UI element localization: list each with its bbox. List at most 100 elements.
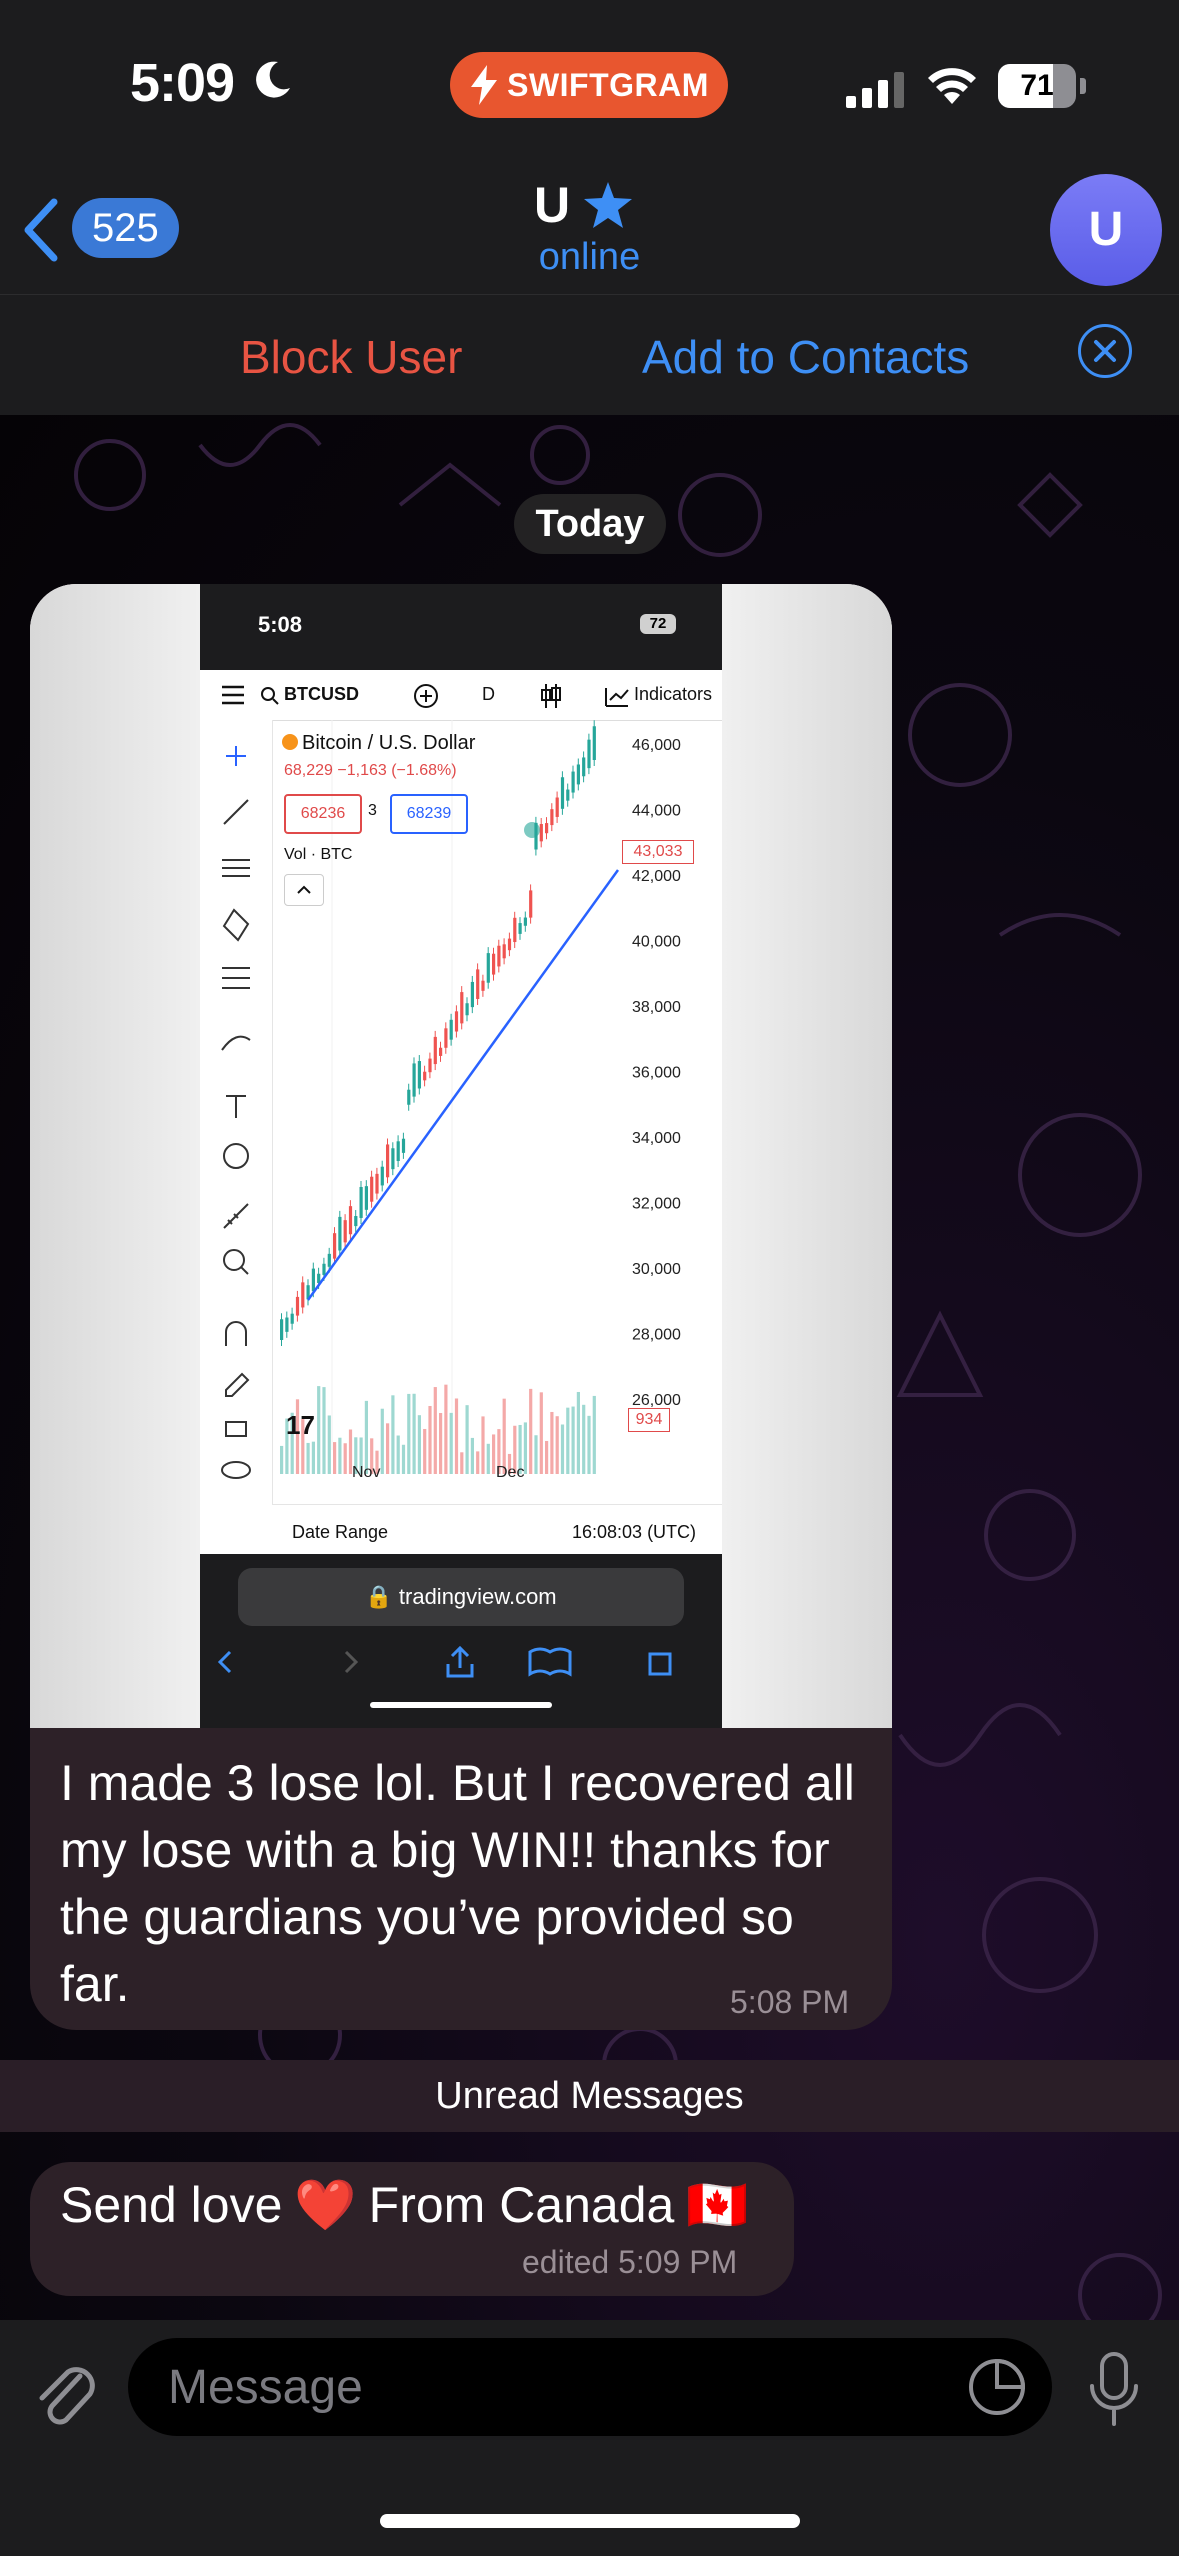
avatar[interactable]: U bbox=[1050, 174, 1162, 286]
candle bbox=[301, 1282, 305, 1308]
volume-bar bbox=[317, 1386, 321, 1474]
trend-line bbox=[306, 869, 620, 1301]
y-tick-label: 38,000 bbox=[632, 999, 681, 1016]
x-label-dec: Dec bbox=[496, 1464, 525, 1481]
candle bbox=[439, 1047, 443, 1056]
incoming-photo-message[interactable]: 5:08 72 BTCUSD D Indicators 46,000 44,00… bbox=[30, 584, 892, 2030]
chart-title: Bitcoin / U.S. Dollar bbox=[302, 732, 476, 754]
y-tick-label: 28,000 bbox=[632, 1327, 681, 1344]
volume-bar bbox=[444, 1384, 448, 1474]
screenshot-battery: 72 bbox=[640, 614, 676, 634]
heart-emoji: ❤️ bbox=[294, 2177, 357, 2233]
volume-label: Vol · BTC bbox=[284, 846, 353, 863]
volume-bar bbox=[449, 1412, 453, 1474]
candle bbox=[518, 923, 522, 934]
volume-bar bbox=[306, 1442, 310, 1474]
y-tick-label: 32,000 bbox=[632, 1196, 681, 1213]
candles-icon bbox=[541, 684, 561, 708]
chevron-up-icon bbox=[297, 885, 311, 894]
volume-bar bbox=[396, 1435, 400, 1474]
volume-bar bbox=[439, 1412, 443, 1474]
microphone-icon[interactable] bbox=[1088, 2350, 1140, 2430]
block-user-button[interactable]: Block User bbox=[240, 330, 462, 384]
collapse-button bbox=[284, 874, 324, 906]
volume-bar bbox=[412, 1393, 416, 1474]
candle bbox=[465, 1003, 469, 1016]
candle bbox=[582, 757, 586, 777]
candle bbox=[333, 1233, 337, 1259]
candle bbox=[285, 1317, 289, 1332]
screenshot-interval: D bbox=[482, 684, 495, 704]
candle bbox=[571, 771, 575, 793]
volume-bar bbox=[470, 1437, 474, 1474]
volume-bar bbox=[333, 1442, 337, 1474]
volume-series bbox=[280, 1384, 596, 1474]
volume-bar bbox=[587, 1415, 591, 1474]
candle bbox=[338, 1216, 342, 1251]
volume-bar bbox=[322, 1387, 326, 1474]
y-tick-label: 40,000 bbox=[632, 934, 681, 951]
photo-blur-right bbox=[722, 584, 892, 1728]
candle bbox=[412, 1063, 416, 1097]
candle bbox=[545, 823, 549, 834]
volume-tag: 934 bbox=[628, 1408, 670, 1432]
candle bbox=[364, 1186, 368, 1210]
volume-bar bbox=[423, 1428, 427, 1474]
candle bbox=[290, 1313, 294, 1324]
y-tick-label: 34,000 bbox=[632, 1130, 681, 1147]
tradingview-logo: 17 bbox=[286, 1410, 315, 1440]
candle bbox=[401, 1138, 406, 1153]
candle bbox=[555, 797, 559, 817]
volume-bar bbox=[550, 1411, 554, 1474]
volume-bar bbox=[391, 1395, 395, 1474]
trading-screenshot[interactable]: 5:08 72 BTCUSD D Indicators 46,000 44,00… bbox=[200, 584, 722, 1728]
candle bbox=[343, 1220, 347, 1243]
screenshot-symbol: BTCUSD bbox=[284, 684, 359, 704]
candle bbox=[566, 789, 570, 801]
candle bbox=[295, 1296, 300, 1316]
indicators-icon bbox=[605, 688, 629, 707]
candle bbox=[502, 944, 506, 959]
paperclip-icon[interactable] bbox=[30, 2356, 100, 2436]
candle bbox=[375, 1173, 379, 1194]
candle bbox=[481, 980, 485, 991]
volume-bar bbox=[407, 1393, 411, 1474]
candle bbox=[486, 953, 490, 983]
volume-bar bbox=[502, 1398, 506, 1474]
close-actionbar-button[interactable] bbox=[1078, 324, 1132, 378]
wifi-icon bbox=[928, 68, 976, 104]
screenshot-time: 5:08 bbox=[258, 612, 303, 637]
candle bbox=[576, 764, 580, 785]
candle bbox=[476, 969, 480, 999]
y-tick-label: 36,000 bbox=[632, 1065, 681, 1082]
safari-url: tradingview.com bbox=[398, 1584, 557, 1609]
bolt-icon bbox=[471, 65, 498, 105]
candle bbox=[460, 992, 464, 1024]
bitcoin-icon bbox=[282, 734, 298, 750]
volume-bar bbox=[560, 1424, 565, 1474]
volume-bar bbox=[311, 1441, 315, 1474]
volume-bar bbox=[592, 1395, 596, 1474]
sticker-icon[interactable] bbox=[966, 2356, 1028, 2418]
volume-bar bbox=[454, 1398, 459, 1474]
add-to-contacts-button[interactable]: Add to Contacts bbox=[642, 330, 969, 384]
volume-bar bbox=[582, 1404, 586, 1474]
candle bbox=[417, 1061, 421, 1089]
utc-time: 16:08:03 (UTC) bbox=[572, 1522, 697, 1542]
volume-bar bbox=[529, 1388, 533, 1474]
volume-bar bbox=[380, 1408, 384, 1474]
date-range-button: Date Range bbox=[292, 1522, 389, 1542]
swiftgram-badge[interactable]: SWIFTGRAM bbox=[450, 52, 728, 118]
chat-title-text: U bbox=[534, 177, 571, 233]
candle bbox=[492, 953, 496, 975]
message-input[interactable] bbox=[128, 2338, 1052, 2436]
chat-title[interactable]: U bbox=[534, 176, 633, 234]
y-tick-label: 26,000 bbox=[632, 1392, 681, 1409]
message-text: Send love ❤️ From Canada 🇨🇦 bbox=[60, 2170, 749, 2240]
volume-bar bbox=[576, 1391, 580, 1474]
candle bbox=[497, 945, 501, 967]
candle bbox=[433, 1036, 437, 1065]
candle bbox=[444, 1028, 448, 1048]
candle bbox=[423, 1071, 427, 1081]
price-chart: 46,000 44,000 42,000 40,000 38,000 36,000 34,0… bbox=[280, 720, 681, 1474]
